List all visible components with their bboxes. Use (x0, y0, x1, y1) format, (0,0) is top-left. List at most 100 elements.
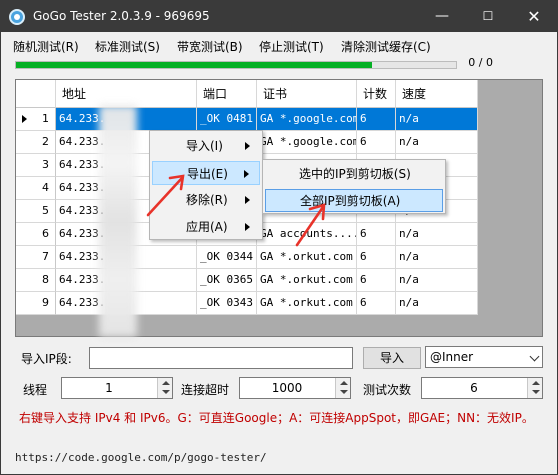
import-ip-label: 导入IP段: (21, 352, 72, 366)
table-corner-header (16, 80, 56, 108)
window-title: GoGo Tester 2.0.3.9 - 969695 (33, 9, 210, 23)
row-number: 2 (42, 135, 49, 148)
row-header[interactable]: 2 (16, 131, 56, 154)
row-number: 8 (42, 273, 49, 286)
cell-count[interactable]: 6 (357, 246, 396, 269)
app-logo-icon (9, 9, 25, 25)
spin-buttons[interactable] (335, 378, 350, 398)
app-window: GoGo Tester 2.0.3.9 - 969695 — ☐ ✕ 随机测试(… (0, 0, 558, 475)
ctx-export-label: 导出(E) (187, 167, 228, 181)
ctx-import[interactable]: 导入(I) (152, 134, 260, 158)
cell-port[interactable]: _OK 0343 (197, 292, 257, 315)
submenu-arrow-icon (245, 223, 250, 231)
spin-up-icon (532, 381, 540, 385)
ctx-import-label: 导入(I) (186, 139, 223, 153)
column-header-port[interactable]: 端口 (197, 80, 257, 108)
maximize-button[interactable]: ☐ (465, 1, 511, 32)
submenu-arrow-icon (245, 142, 250, 150)
row-header[interactable]: 5 (16, 200, 56, 223)
cell-port[interactable]: _OK 0344 (197, 246, 257, 269)
cell-cert[interactable]: GA *.google.com (257, 131, 357, 154)
minimize-button[interactable]: — (419, 1, 465, 32)
cell-cert[interactable]: GA accounts.... (257, 223, 357, 246)
column-header-cert[interactable]: 证书 (257, 80, 357, 108)
import-ip-input[interactable] (89, 347, 353, 369)
cell-cert[interactable]: GA *.orkut.com (257, 292, 357, 315)
menu-random-test[interactable]: 随机测试(R) (13, 38, 79, 55)
row-header[interactable]: 3 (16, 154, 56, 177)
threads-label: 线程 (23, 383, 48, 397)
export-submenu: 选中的IP到剪切板(S) 全部IP到剪切板(A) (262, 159, 446, 214)
row-number: 1 (42, 112, 49, 125)
timeout-label: 连接超时 (181, 383, 230, 397)
progress-text: 0 / 0 (468, 56, 493, 69)
row-header[interactable]: 7 (16, 246, 56, 269)
cell-count[interactable]: 6 (357, 292, 396, 315)
timeout-stepper[interactable]: 1000 (239, 377, 351, 399)
cell-port[interactable]: _OK 0365 (197, 269, 257, 292)
mode-select-value: @Inner (430, 350, 474, 364)
submenu-all-ip-to-clipboard[interactable]: 全部IP到剪切板(A) (265, 189, 443, 212)
threads-value: 1 (105, 381, 113, 395)
row-header[interactable]: 9 (16, 292, 56, 315)
tries-stepper[interactable]: 6 (421, 377, 543, 399)
cell-speed[interactable]: n/a (396, 131, 478, 154)
menu-standard-test[interactable]: 标准测试(S) (95, 38, 160, 55)
row-header[interactable]: 6 (16, 223, 56, 246)
row-number: 7 (42, 250, 49, 263)
column-header-address[interactable]: 地址 (56, 80, 197, 108)
spin-up-icon (162, 381, 170, 385)
column-header-count[interactable]: 计数 (357, 80, 396, 108)
title-bar: GoGo Tester 2.0.3.9 - 969695 — ☐ ✕ (1, 1, 557, 32)
cell-speed[interactable]: n/a (396, 292, 478, 315)
cell-cert[interactable]: GA *.orkut.com (257, 269, 357, 292)
mode-select[interactable]: @Inner (425, 346, 543, 368)
chevron-down-icon (529, 351, 540, 362)
menu-clear-cache[interactable]: 清除测试缓存(C) (341, 38, 431, 55)
menu-bandwidth-test[interactable]: 带宽测试(B) (177, 38, 243, 55)
cell-count[interactable]: 6 (357, 269, 396, 292)
tries-label: 测试次数 (363, 383, 412, 397)
ctx-remove-label: 移除(R) (186, 193, 228, 207)
cell-cert[interactable]: GA *.orkut.com (257, 246, 357, 269)
redacted-ip-mask (99, 105, 137, 337)
row-header[interactable]: 1 (16, 108, 56, 131)
cell-cert[interactable]: GA *.google.com (257, 108, 357, 131)
project-url[interactable]: https://code.google.com/p/gogo-tester/ (15, 451, 267, 464)
ctx-export[interactable]: 导出(E) (152, 161, 260, 185)
ctx-apply-label: 应用(A) (186, 220, 228, 234)
current-row-arrow-icon (22, 115, 27, 123)
import-button[interactable]: 导入 (363, 347, 421, 369)
cell-count[interactable]: 6 (357, 131, 396, 154)
cell-count[interactable]: 6 (357, 223, 396, 246)
row-number: 5 (42, 204, 49, 217)
submenu-selected-ip-to-clipboard[interactable]: 选中的IP到剪切板(S) (265, 163, 443, 186)
cell-speed[interactable]: n/a (396, 223, 478, 246)
usage-hint: 右键导入支持 IPv4 和 IPv6。G：可直连Google；A：可连接AppS… (19, 411, 534, 425)
spin-buttons[interactable] (157, 378, 172, 398)
close-button[interactable]: ✕ (511, 1, 557, 32)
tries-value: 6 (470, 381, 478, 395)
column-header-speed[interactable]: 速度 (396, 80, 478, 108)
row-number: 4 (42, 181, 49, 194)
ctx-apply[interactable]: 应用(A) (152, 215, 260, 239)
threads-stepper[interactable]: 1 (61, 377, 173, 399)
submenu-arrow-icon (244, 170, 249, 178)
spin-buttons[interactable] (527, 378, 542, 398)
spin-down-icon (340, 390, 348, 394)
cell-speed[interactable]: n/a (396, 269, 478, 292)
spin-down-icon (532, 390, 540, 394)
cell-speed[interactable]: n/a (396, 108, 478, 131)
row-header[interactable]: 4 (16, 177, 56, 200)
cell-count[interactable]: 6 (357, 108, 396, 131)
spin-down-icon (162, 390, 170, 394)
timeout-value: 1000 (271, 381, 303, 395)
menu-stop-test[interactable]: 停止测试(T) (259, 38, 324, 55)
row-header[interactable]: 8 (16, 269, 56, 292)
cell-port[interactable]: _OK 0481 (197, 108, 257, 131)
cell-speed[interactable]: n/a (396, 246, 478, 269)
progress-fill (16, 62, 373, 68)
row-number: 9 (42, 296, 49, 309)
row-number: 3 (42, 158, 49, 171)
ctx-remove[interactable]: 移除(R) (152, 188, 260, 212)
